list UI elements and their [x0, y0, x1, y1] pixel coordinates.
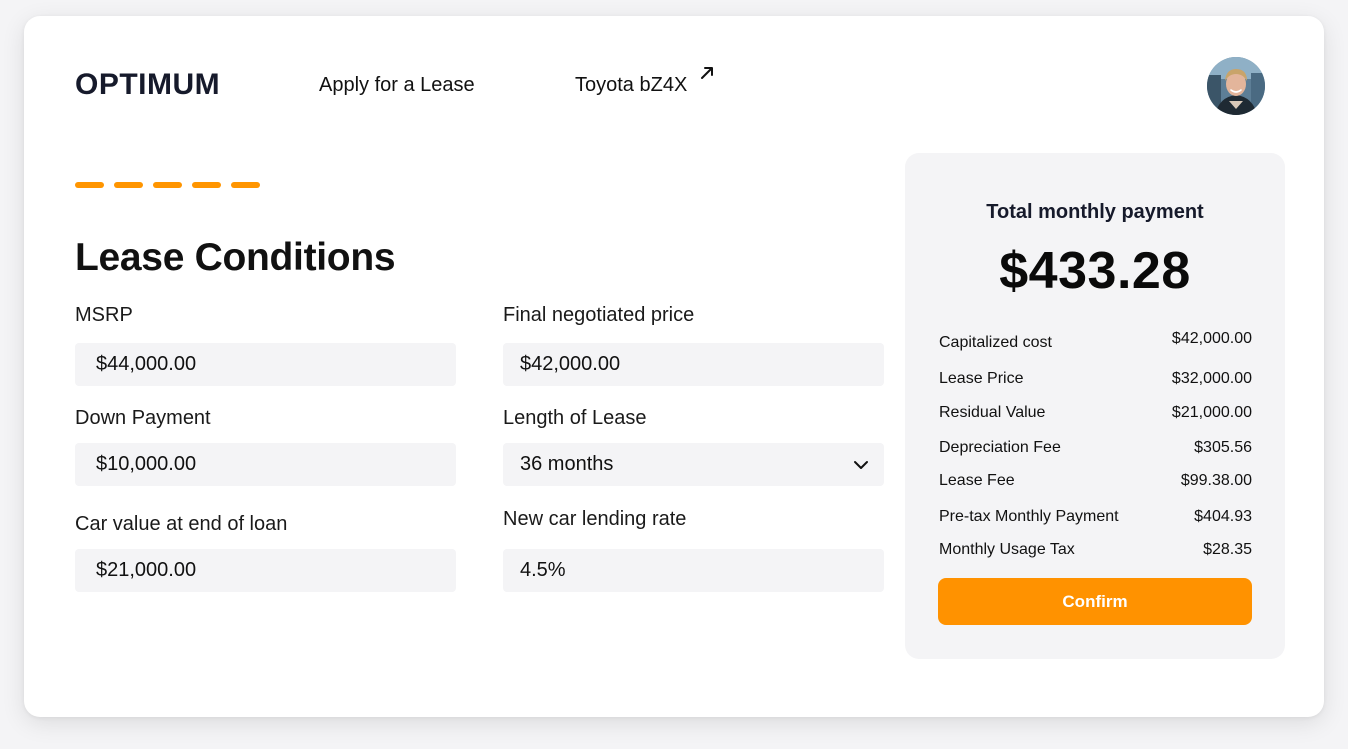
summary-row-label: Monthly Usage Tax — [939, 541, 1075, 558]
summary-row-value: $404.93 — [1194, 508, 1252, 525]
final-price-label: Final negotiated price — [503, 304, 695, 326]
chevron-down-icon — [854, 461, 868, 469]
down-payment-input[interactable]: $10,000.00 — [75, 443, 456, 486]
lending-rate-label: New car lending rate — [503, 508, 687, 530]
msrp-label: MSRP — [75, 304, 133, 326]
progress-dash — [231, 182, 260, 188]
nav-apply-link[interactable]: Apply for a Lease — [319, 74, 475, 97]
lending-rate-input[interactable]: 4.5% — [503, 549, 884, 592]
summary-row-value: $99.38.00 — [1180, 472, 1252, 489]
car-value-input[interactable]: $21,000.00 — [75, 549, 456, 592]
final-price-input[interactable]: $42,000.00 — [503, 343, 884, 386]
car-value-value: $21,000.00 — [96, 559, 197, 581]
final-price-value: $42,000.00 — [520, 353, 621, 375]
msrp-input[interactable]: $44,000.00 — [75, 343, 456, 386]
payment-summary: Total monthly payment $433.28 Capitalize… — [905, 153, 1285, 659]
progress-dash — [153, 182, 182, 188]
down-payment-label: Down Payment — [75, 407, 211, 429]
lending-rate-value: 4.5% — [520, 559, 566, 581]
logo[interactable]: OPTIMUM — [75, 68, 220, 102]
msrp-value: $44,000.00 — [96, 353, 197, 375]
lease-length-select[interactable]: 36 months — [503, 443, 884, 486]
summary-row-value: $28.35 — [1203, 541, 1252, 558]
summary-row-label: Residual Value — [939, 404, 1046, 421]
step-progress — [75, 182, 260, 188]
summary-row-value: $305.56 — [1194, 439, 1252, 456]
summary-row-label: Lease Price — [939, 370, 1024, 387]
summary-row-label: Capitalized cost — [939, 334, 1052, 351]
summary-row-value: $32,000.00 — [1171, 370, 1252, 387]
summary-total: $433.28 — [999, 242, 1191, 300]
confirm-button[interactable]: Confirm — [938, 578, 1252, 625]
nav-car-link[interactable]: Toyota bZ4X — [575, 74, 687, 97]
summary-row-value: $21,000.00 — [1171, 404, 1252, 421]
avatar-image — [1207, 57, 1265, 115]
lease-length-value: 36 months — [520, 453, 614, 475]
summary-title: Total monthly payment — [986, 201, 1204, 223]
down-payment-value: $10,000.00 — [96, 453, 197, 475]
lease-length-label: Length of Lease — [503, 407, 647, 429]
car-value-label: Car value at end of loan — [75, 513, 288, 535]
progress-dash — [75, 182, 104, 188]
progress-dash — [114, 182, 143, 188]
user-avatar[interactable] — [1207, 57, 1265, 115]
summary-row-label: Pre-tax Monthly Payment — [939, 508, 1119, 525]
summary-row-label: Lease Fee — [939, 472, 1015, 489]
page-title: Lease Conditions — [75, 236, 396, 279]
summary-row-label: Depreciation Fee — [939, 439, 1061, 456]
external-link-icon[interactable] — [698, 64, 716, 82]
summary-row-value: $42,000.00 — [1171, 330, 1252, 347]
lease-card: OPTIMUM Apply for a Lease Toyota bZ4X Le… — [24, 16, 1324, 717]
progress-dash — [192, 182, 221, 188]
